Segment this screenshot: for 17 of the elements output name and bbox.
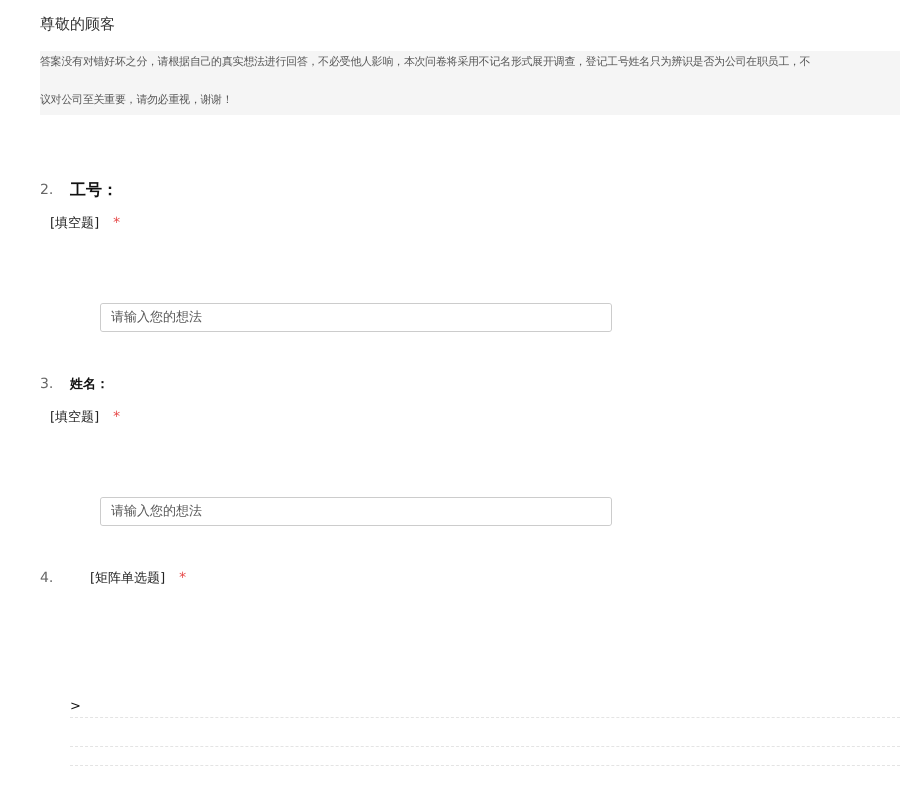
question-type: [矩阵单选题]	[90, 570, 166, 587]
row-marker: >	[70, 699, 82, 715]
required-mark: *	[113, 409, 120, 425]
intro-text: 答案没有对错好坏之分，请根据自己的真实想法进行回答，不必受他人影响，本次问卷将采用不记名形式展开调查，登记工号姓名只为辨识是否为公司在职员工，不	[40, 55, 812, 69]
question-number: 4.	[40, 570, 54, 586]
question-title: 姓名：	[70, 376, 109, 393]
greeting-title: 尊敬的顾客	[40, 15, 116, 35]
question-number: 3.	[40, 376, 54, 392]
input-field[interactable]: 请输入您的想法	[100, 497, 612, 526]
required-mark: *	[179, 570, 186, 586]
required-mark: *	[113, 215, 120, 231]
question-title: 工号：	[70, 180, 118, 200]
question-type: [填空题]	[50, 409, 100, 426]
question-number: 2.	[40, 182, 54, 198]
intro-text: 议对公司至关重要，请勿必重视，谢谢！	[40, 93, 234, 107]
input-field[interactable]: 请输入您的想法	[100, 303, 612, 332]
question-type: [填空题]	[50, 215, 100, 232]
